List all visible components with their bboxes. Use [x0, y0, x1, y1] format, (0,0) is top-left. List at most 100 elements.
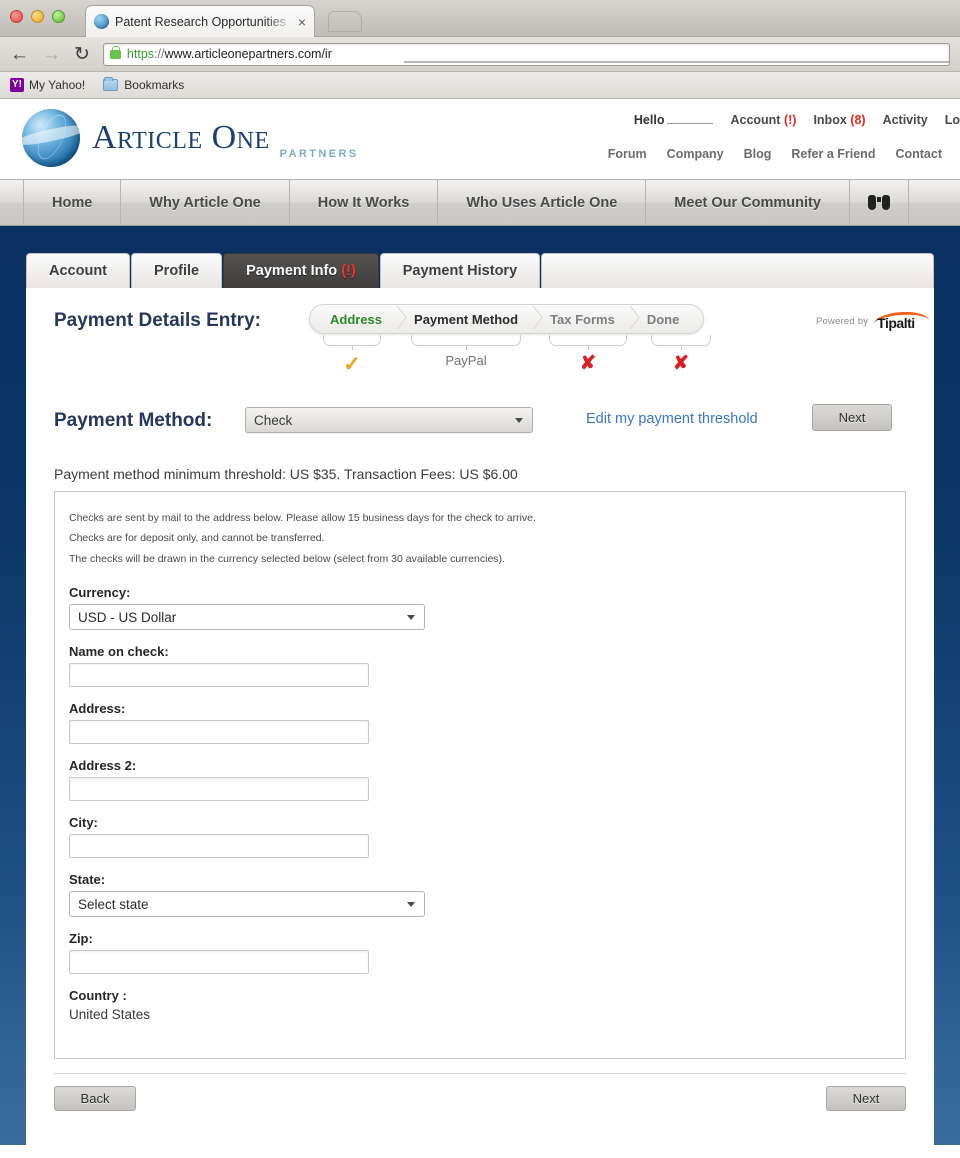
window-controls[interactable] [10, 10, 65, 23]
logo-wordmark: Article One [92, 119, 270, 156]
address-label: Address: [69, 701, 126, 717]
new-tab-button[interactable] [328, 11, 362, 32]
inbox-count-badge: (8) [850, 113, 866, 127]
minimize-window-button[interactable] [31, 10, 44, 23]
check-form: Currency: USD - US Dollar Name on check:… [69, 585, 905, 1022]
nav-item-who-uses-article-one[interactable]: Who Uses Article One [438, 180, 647, 225]
utility-link-label: Account [730, 113, 781, 127]
step-status-tax-forms: ✘ [537, 335, 639, 375]
globe-icon [22, 109, 80, 167]
panel-note-1: Checks are sent by mail to the address b… [69, 512, 536, 524]
edit-payment-threshold-link[interactable]: Edit my payment threshold [586, 411, 758, 427]
field-currency: Currency: USD - US Dollar [69, 585, 905, 631]
secondary-link-blog[interactable]: Blog [744, 147, 772, 161]
currency-select[interactable]: USD - US Dollar [69, 604, 425, 631]
content-card: Payment Details Entry: Address Payment M… [26, 288, 934, 1146]
back-button-bottom[interactable]: Back [54, 1086, 136, 1112]
chevron-down-icon [407, 902, 415, 908]
forward-button[interactable]: → [42, 45, 61, 64]
site-logo[interactable]: Article One PARTNERS [22, 109, 359, 167]
close-tab-icon[interactable]: × [298, 15, 306, 29]
currency-label: Currency: [69, 585, 131, 601]
city-label: City: [69, 815, 98, 831]
step-status-value: ✘ [673, 353, 689, 374]
nav-item-search[interactable] [850, 180, 909, 225]
name-on-check-input[interactable] [69, 663, 369, 688]
bookmarks-bar: Y! My Yahoo! Bookmarks [0, 72, 960, 99]
step-label: Payment Method [414, 311, 519, 327]
chevron-down-icon [515, 418, 523, 423]
next-button-bottom[interactable]: Next [826, 1086, 906, 1112]
tab-label: Account [49, 263, 107, 279]
progress-stepbar: Address Payment Method Tax Forms Done [309, 304, 705, 334]
payment-method-select[interactable]: Check [245, 407, 533, 433]
nav-item-meet-our-community[interactable]: Meet Our Community [646, 180, 850, 225]
currency-selected-value: USD - US Dollar [78, 609, 177, 625]
zip-label: Zip: [69, 931, 93, 947]
address2-input[interactable] [69, 777, 369, 802]
hello-label: Hello [633, 113, 665, 127]
tab-payment-history[interactable]: Payment History [379, 253, 541, 288]
payment-details-row: Payment Details Entry: Address Payment M… [26, 288, 934, 398]
utility-link-logout[interactable]: Lo [945, 113, 960, 127]
maximize-window-button[interactable] [52, 10, 65, 23]
url-scheme: https [126, 47, 155, 61]
city-input[interactable] [69, 834, 369, 859]
tab-alert-badge: (!) [341, 263, 356, 279]
utility-nav-primary: Hello Account (!) Inbox (8) Activity Lo [634, 113, 960, 127]
step-payment-method[interactable]: Payment Method [398, 305, 534, 333]
powered-by-label: Powered by [816, 316, 869, 327]
country-label: Country : [69, 988, 127, 1004]
step-status-payment-method: PayPal [395, 335, 537, 375]
field-zip: Zip: [69, 931, 905, 975]
step-status-value: ✘ [580, 353, 596, 374]
nav-item-how-it-works[interactable]: How It Works [290, 180, 439, 225]
bookmark-label: My Yahoo! [29, 78, 86, 92]
nav-item-home[interactable]: Home [23, 180, 122, 225]
page-title: Payment Details Entry: [54, 310, 261, 331]
secondary-link-company[interactable]: Company [667, 147, 724, 161]
zip-input[interactable] [69, 950, 369, 975]
folder-icon [103, 77, 119, 91]
utility-nav-secondary: Forum Company Blog Refer a Friend Contac… [608, 147, 942, 161]
tab-account[interactable]: Account [26, 253, 130, 288]
utility-link-account[interactable]: Account (!) [730, 113, 796, 127]
step-address[interactable]: Address [310, 305, 398, 333]
binoculars-icon [867, 195, 890, 210]
browser-tab-active[interactable]: Patent Research Opportunities × [85, 5, 315, 37]
secondary-link-contact[interactable]: Contact [895, 147, 942, 161]
tab-payment-info[interactable]: Payment Info (!) [223, 253, 379, 288]
address-input[interactable] [69, 720, 369, 745]
bookmark-folder-bookmarks[interactable]: Bookmarks [103, 77, 184, 92]
step-done[interactable]: Done [631, 305, 704, 333]
secondary-link-forum[interactable]: Forum [608, 147, 647, 161]
field-city: City: [69, 815, 905, 859]
utility-link-activity[interactable]: Activity [883, 113, 928, 127]
tab-profile[interactable]: Profile [131, 253, 223, 288]
utility-link-inbox[interactable]: Inbox (8) [813, 113, 865, 127]
powered-by-tipalti: Powered by Tipalti [816, 310, 930, 331]
step-tax-forms[interactable]: Tax Forms [534, 305, 631, 333]
brace-icon [549, 335, 627, 350]
brace-icon [651, 335, 711, 350]
step-status-value: PayPal [445, 353, 487, 368]
secondary-link-refer-a-friend[interactable]: Refer a Friend [791, 147, 875, 161]
bookmark-my-yahoo[interactable]: Y! My Yahoo! [10, 78, 85, 92]
state-select[interactable]: Select state [69, 891, 425, 918]
hello-greeting: Hello [634, 113, 714, 127]
next-button-top[interactable]: Next [812, 404, 892, 431]
field-address: Address: [69, 701, 905, 745]
nav-item-why-article-one[interactable]: Why Article One [121, 180, 290, 225]
step-label: Done [646, 311, 680, 327]
name-on-check-label: Name on check: [69, 644, 169, 660]
tab-bar-filler [541, 253, 934, 288]
reload-button[interactable]: ↻ [74, 45, 90, 64]
tipalti-wordmark: Tipalti [877, 315, 915, 331]
close-window-button[interactable] [10, 10, 23, 23]
utility-link-label: Inbox [813, 113, 847, 127]
address-bar[interactable]: https://www.articleonepartners.com/ir [102, 42, 950, 66]
payment-method-row: Payment Method: Check Edit my payment th… [26, 398, 934, 458]
step-status-row: ✓ PayPal ✘ ✘ [309, 335, 723, 375]
back-button[interactable]: ← [10, 45, 29, 64]
step-label: Tax Forms [550, 311, 615, 327]
